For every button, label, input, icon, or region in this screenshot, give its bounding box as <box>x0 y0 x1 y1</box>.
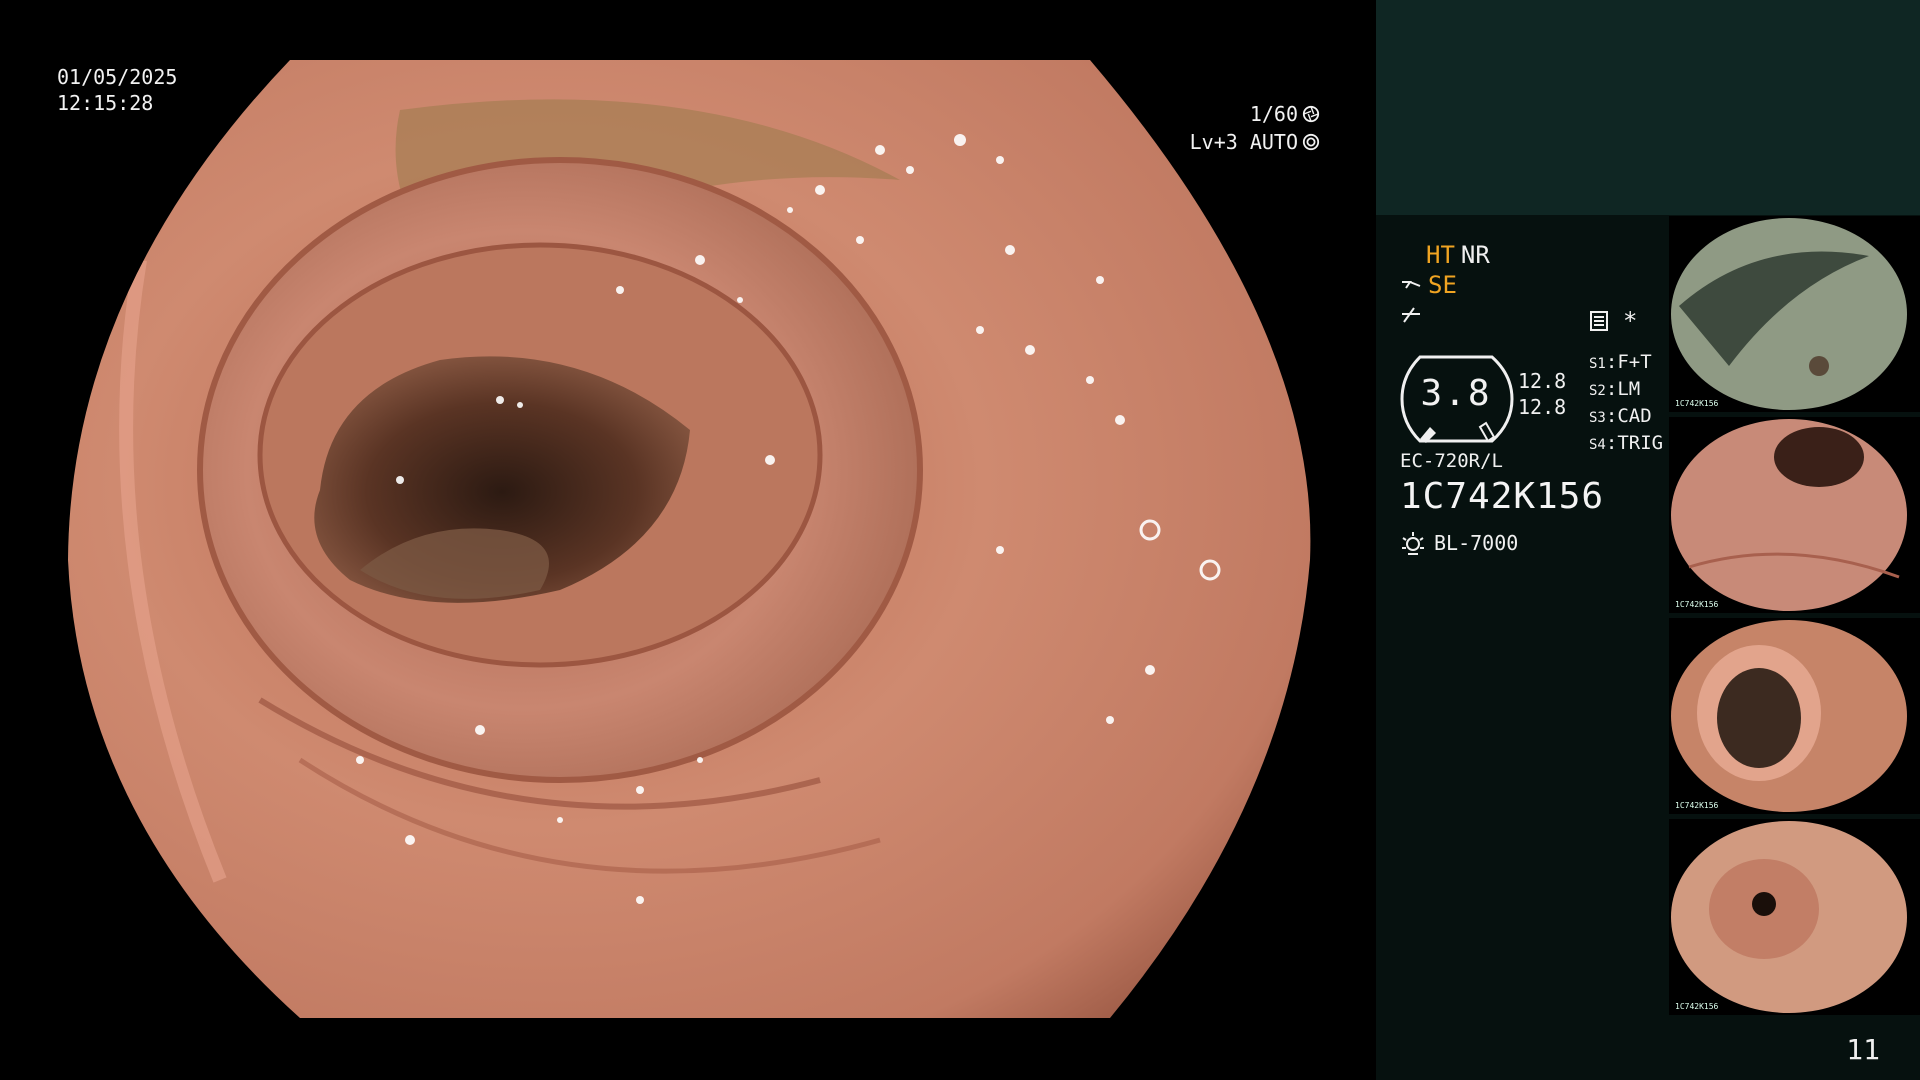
mode-list: S1:F+T S2:LM S3:CAD S4:TRIG <box>1589 350 1663 458</box>
scope-model: EC-720R/L <box>1400 450 1503 472</box>
side-value-bottom: 12.8 <box>1518 395 1567 419</box>
thumbnail[interactable]: 1C742K156 <box>1669 819 1920 1015</box>
page-number: 11 <box>1846 1033 1880 1066</box>
brightness-level: Lv+3 AUTO <box>1189 130 1298 154</box>
thumbnail[interactable]: 1C742K156 <box>1669 618 1920 814</box>
capture-status: * <box>1589 307 1637 335</box>
osd-date: 01/05/2025 <box>57 65 178 89</box>
captured-thumbnails: 1C742K156 1C742K156 1C742K156 1C742K156 <box>1669 216 1920 1020</box>
thumbnail-image <box>1671 821 1907 1013</box>
color-enhance-icon <box>1402 307 1420 323</box>
gauge-side-values: 12.8 12.8 <box>1518 368 1566 420</box>
mode-item: S1:F+T <box>1589 351 1652 373</box>
mode-item: S4:TRIG <box>1589 432 1664 454</box>
processor-settings: HT NR SE * 3.8 12.8 12.8 S1:F+T S2:LM S3… <box>1400 240 1690 555</box>
structure-enhance-icon <box>1402 281 1421 289</box>
endoscope-image <box>68 60 1311 1018</box>
memory-icon <box>1590 311 1608 331</box>
nr-indicator: NR <box>1460 241 1490 269</box>
thumbnail-caption: 1C742K156 <box>1675 600 1719 609</box>
thumbnail[interactable]: 1C742K156 <box>1669 417 1920 613</box>
scope-serial: 1C742K156 <box>1400 476 1605 517</box>
light-source-row: BL-7000 <box>1400 530 1518 556</box>
iris-icon <box>1302 133 1320 151</box>
osd-datetime: 01/05/2025 12:15:28 <box>57 64 177 116</box>
main-endoscope-view: 01/05/2025 12:15:28 1/60 Lv+3 AUTO <box>0 0 1376 1080</box>
mode-item: S3:CAD <box>1589 405 1652 427</box>
osd-time: 12:15:28 <box>57 91 154 115</box>
side-value-top: 12.8 <box>1518 369 1567 393</box>
light-source-name: BL-7000 <box>1434 531 1519 555</box>
osd-shutter: 1/60 Lv+3 AUTO <box>1190 100 1320 156</box>
zoom-gauge: 3.8 <box>1400 351 1518 447</box>
thumbnail-caption: 1C742K156 <box>1675 801 1719 810</box>
shutter-speed: 1/60 <box>1249 102 1298 126</box>
light-source-icon <box>1402 532 1424 555</box>
thumbnail[interactable]: 1C742K156 <box>1669 216 1920 412</box>
gauge-value: 3.8 <box>1420 373 1492 414</box>
thumbnail-image <box>1671 419 1907 611</box>
asterisk-mark: * <box>1623 307 1638 335</box>
thumbnail-image <box>1671 620 1907 812</box>
thumbnail-caption: 1C742K156 <box>1675 1002 1719 1011</box>
aperture-icon <box>1302 105 1320 123</box>
thumbnail-caption: 1C742K156 <box>1675 399 1719 408</box>
panel-header-block <box>1376 0 1920 215</box>
se-indicator: SE <box>1428 271 1457 299</box>
thumbnail-image <box>1671 218 1907 410</box>
ht-indicator: HT <box>1426 241 1455 269</box>
mode-item: S2:LM <box>1589 378 1641 400</box>
